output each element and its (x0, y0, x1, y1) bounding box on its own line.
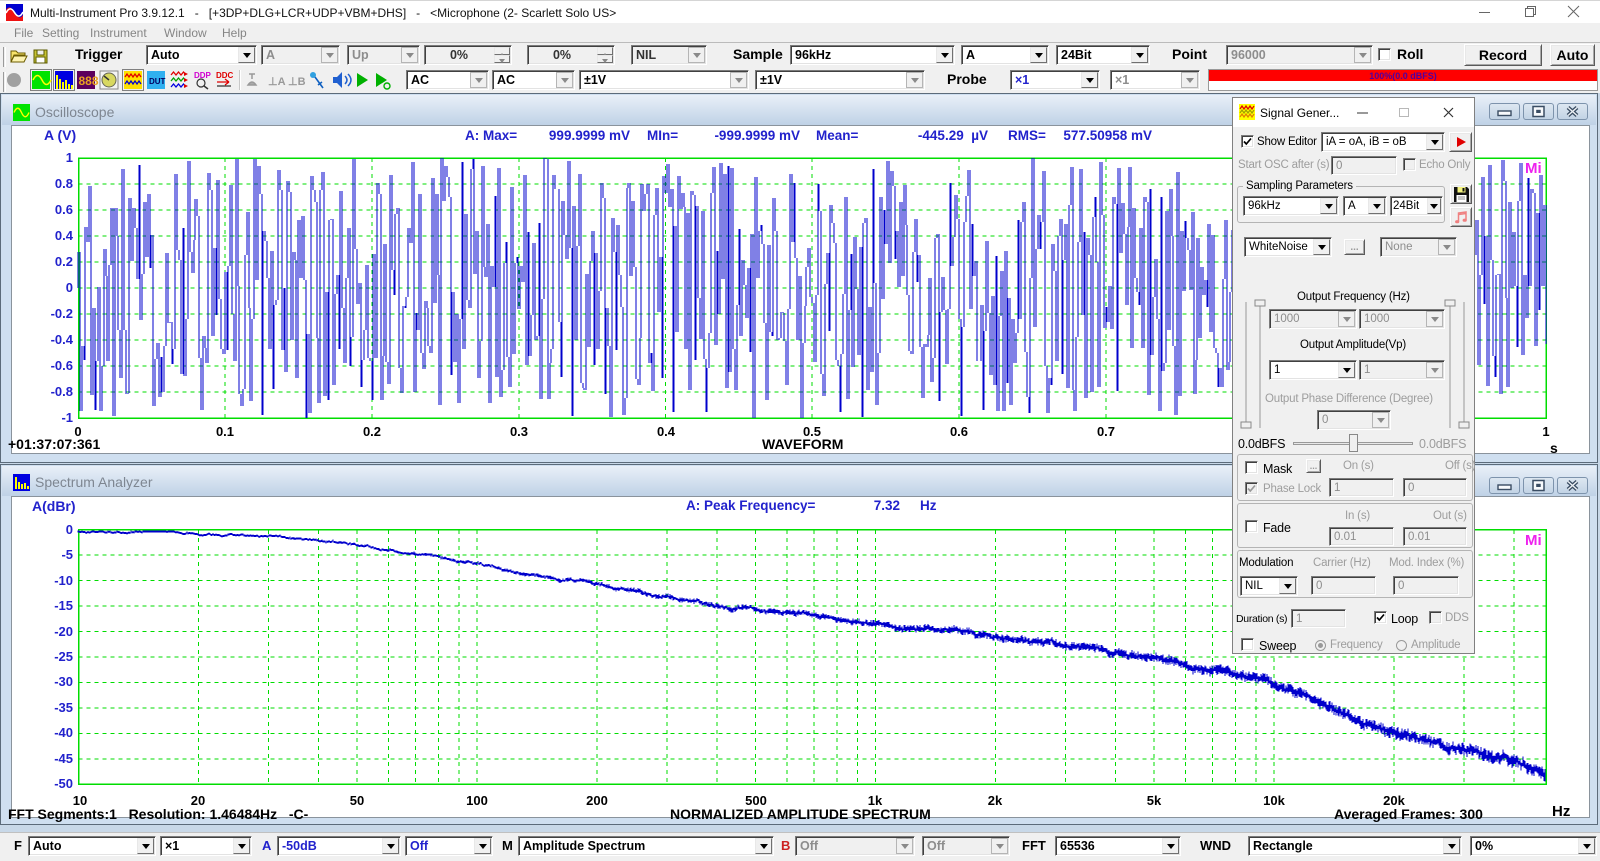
svg-text:⊥A: ⊥A (268, 76, 286, 88)
svg-text:888: 888 (79, 74, 99, 88)
svg-text:DUT: DUT (149, 77, 166, 86)
svg-text:DDP: DDP (194, 71, 212, 80)
svg-text:DDC: DDC (216, 71, 234, 80)
svg-text:⊥B: ⊥B (288, 76, 306, 88)
